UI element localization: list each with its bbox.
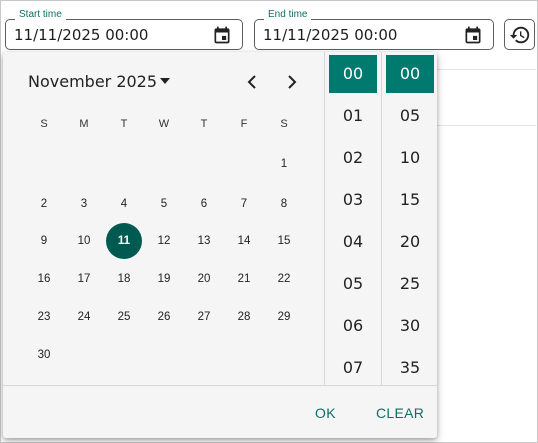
calendar-day[interactable]: 4 [106,186,142,222]
hour-option[interactable]: 07 [329,349,377,387]
calendar-day[interactable]: 8 [266,186,302,222]
chevron-left-icon[interactable] [245,73,259,91]
month-label[interactable]: November 2025 [28,72,157,91]
history-button[interactable] [504,19,535,50]
minute-option[interactable]: 20 [386,223,434,261]
calendar-day[interactable]: 15 [266,223,302,259]
calendar-day[interactable]: 3 [66,186,102,222]
calendar-day[interactable]: 2 [26,186,62,222]
calendar-day[interactable]: 12 [146,223,182,259]
hour-option-selected[interactable]: 00 [329,55,377,93]
minute-option-selected[interactable]: 00 [386,55,434,93]
history-icon [509,26,529,43]
weekday-header: M [79,118,89,130]
calendar-day[interactable]: 20 [186,261,222,297]
minute-option[interactable]: 35 [386,349,434,387]
calendar-day[interactable]: 21 [226,261,262,297]
calendar-day[interactable]: 30 [26,337,62,373]
end-time-field[interactable]: End time 11/11/2025 00:00 [254,9,494,50]
weekday-header: T [120,118,128,130]
calendar-day[interactable]: 13 [186,223,222,259]
column-divider [324,52,325,386]
start-time-value[interactable]: 11/11/2025 00:00 [14,26,148,44]
calendar-day[interactable]: 19 [146,261,182,297]
hour-option[interactable]: 02 [329,139,377,177]
calendar-day[interactable]: 9 [26,223,62,259]
minute-option[interactable]: 10 [386,139,434,177]
calendar-day[interactable]: 26 [146,299,182,335]
calendar-day[interactable]: 5 [146,186,182,222]
clear-button[interactable]: CLEAR [376,405,424,421]
calendar-day[interactable]: 18 [106,261,142,297]
hour-option[interactable]: 04 [329,223,377,261]
weekday-header: W [158,118,170,130]
start-time-field[interactable]: Start time 11/11/2025 00:00 [5,9,243,50]
calendar-day[interactable]: 29 [266,299,302,335]
end-time-value[interactable]: 11/11/2025 00:00 [263,26,397,44]
calendar-day[interactable]: 7 [226,186,262,222]
calendar-day[interactable]: 10 [66,223,102,259]
weekday-header: S [280,118,288,130]
ok-button[interactable]: OK [315,405,336,421]
minute-option[interactable]: 30 [386,307,434,345]
calendar-day[interactable]: 23 [26,299,62,335]
calendar-icon[interactable] [463,25,483,45]
weekday-header: S [40,118,48,130]
calendar-day[interactable]: 16 [26,261,62,297]
start-time-label: Start time [15,9,66,20]
datetime-picker-popup: November 2025 S M T W T F S 1 2 3 4 5 6 … [3,52,437,438]
weekday-header: T [200,118,208,130]
calendar-day[interactable]: 17 [66,261,102,297]
chevron-right-icon[interactable] [285,73,299,91]
hour-option[interactable]: 01 [329,97,377,135]
minute-option[interactable]: 15 [386,181,434,219]
minute-option[interactable]: 05 [386,97,434,135]
calendar-icon[interactable] [212,25,232,45]
window-frame: Start time 11/11/2025 00:00 End time 11/… [0,0,538,443]
hour-option[interactable]: 03 [329,181,377,219]
calendar-day[interactable]: 28 [226,299,262,335]
calendar-day[interactable]: 1 [266,146,302,182]
calendar-day[interactable]: 14 [226,223,262,259]
hour-option[interactable]: 05 [329,265,377,303]
calendar-day[interactable]: 22 [266,261,302,297]
column-divider [381,52,382,386]
minute-option[interactable]: 25 [386,265,434,303]
calendar-day[interactable]: 24 [66,299,102,335]
background-divider [436,125,536,126]
calendar-day[interactable]: 25 [106,299,142,335]
background-divider [436,69,536,70]
hour-option[interactable]: 06 [329,307,377,345]
calendar-day[interactable]: 27 [186,299,222,335]
calendar-day-selected[interactable]: 11 [106,223,142,259]
weekday-header: F [240,118,248,130]
calendar-day[interactable]: 6 [186,186,222,222]
end-time-label: End time [264,9,312,20]
caret-down-icon[interactable] [159,76,171,86]
